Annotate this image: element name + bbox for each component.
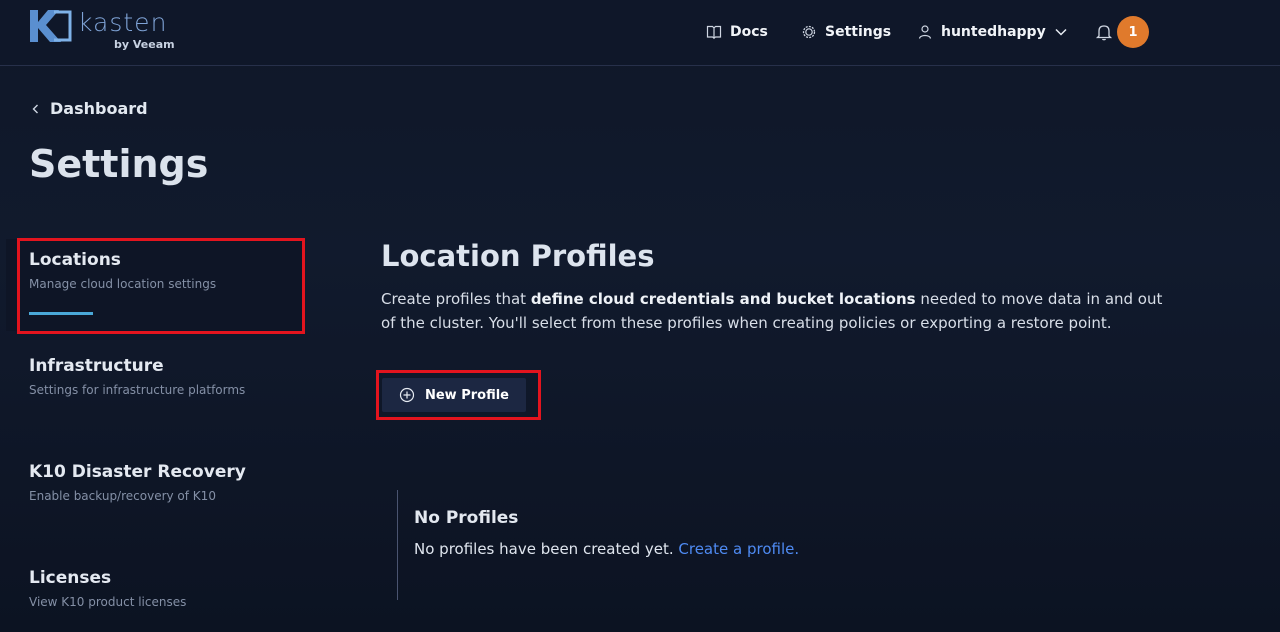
- sidebar-item-licenses[interactable]: Licenses View K10 product licenses: [29, 568, 299, 609]
- user-menu[interactable]: huntedhappy: [917, 20, 1068, 44]
- empty-state-title: No Profiles: [414, 508, 519, 528]
- sidebar-item-infrastructure[interactable]: Infrastructure Settings for infrastructu…: [29, 356, 299, 397]
- empty-state: No Profiles No profiles have been create…: [397, 490, 997, 600]
- chevron-down-icon: [1055, 28, 1067, 36]
- new-profile-label: New Profile: [424, 387, 509, 403]
- sidebar-item-title: Locations: [29, 250, 121, 270]
- sidebar-item-locations[interactable]: Locations Manage cloud location settings: [29, 250, 299, 291]
- nav-settings[interactable]: Settings: [801, 20, 891, 44]
- notification-badge[interactable]: 1: [1117, 16, 1149, 48]
- kasten-logo-icon: [30, 10, 72, 42]
- kasten-logo[interactable]: kasten by Veeam: [28, 6, 178, 56]
- desc-text-bold: define cloud credentials and bucket loca…: [530, 290, 916, 308]
- bell-icon[interactable]: [1094, 22, 1114, 42]
- active-indicator: [29, 312, 93, 315]
- create-profile-link[interactable]: Create a profile.: [678, 540, 799, 558]
- empty-state-message: No profiles have been created yet.: [414, 540, 679, 558]
- sidebar-item-k10-disaster-recovery[interactable]: K10 Disaster Recovery Enable backup/reco…: [29, 462, 299, 503]
- sidebar-item-desc: Manage cloud location settings: [29, 277, 217, 291]
- brand-sub: by Veeam: [114, 38, 175, 51]
- sidebar-item-desc: View K10 product licenses: [29, 595, 187, 609]
- section-title: Location Profiles: [381, 239, 655, 273]
- new-profile-button[interactable]: New Profile: [382, 378, 526, 412]
- nav-docs-label: Docs: [730, 24, 768, 40]
- nav-docs[interactable]: Docs: [706, 20, 768, 44]
- sidebar-item-title: K10 Disaster Recovery: [29, 462, 246, 482]
- book-icon: [706, 25, 722, 40]
- sidebar-item-title: Licenses: [29, 568, 112, 588]
- gear-icon: [802, 25, 816, 39]
- nav-settings-label: Settings: [825, 24, 892, 40]
- page-title: Settings: [29, 142, 209, 186]
- plus-circle-icon: [399, 387, 415, 403]
- brand-name: kasten: [78, 8, 168, 37]
- empty-state-text: No profiles have been created yet. Creat…: [414, 540, 997, 558]
- user-name: huntedhappy: [941, 24, 1046, 40]
- section-description: Create profiles that define cloud creden…: [381, 287, 1181, 335]
- breadcrumb[interactable]: Dashboard: [30, 99, 148, 118]
- sidebar-item-desc: Enable backup/recovery of K10: [29, 489, 216, 503]
- breadcrumb-label: Dashboard: [50, 99, 148, 118]
- top-navbar: kasten by Veeam Docs Settings huntedhapp…: [0, 0, 1280, 66]
- sidebar-item-title: Infrastructure: [29, 356, 164, 376]
- sidebar-item-desc: Settings for infrastructure platforms: [29, 383, 246, 397]
- user-icon: [918, 25, 932, 39]
- chevron-left-icon: [32, 104, 38, 113]
- desc-text-start: Create profiles that: [381, 290, 531, 308]
